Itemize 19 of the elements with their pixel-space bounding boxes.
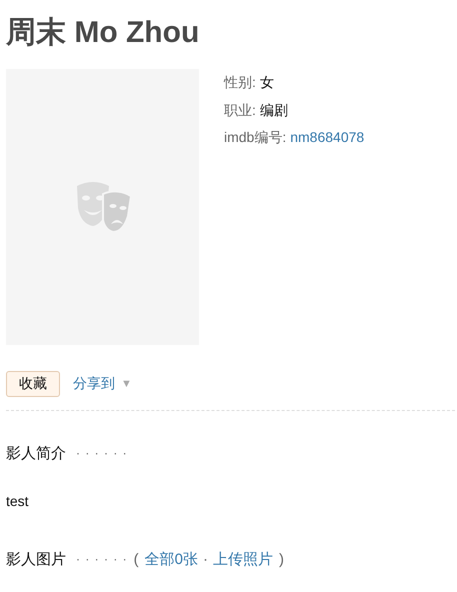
open-paren: ( xyxy=(134,550,139,568)
heading-dots: · · · · · · xyxy=(76,446,128,460)
intro-text: test xyxy=(6,492,29,511)
link-separator: · xyxy=(203,550,208,568)
info-value: 女 xyxy=(260,73,274,92)
info-label: 性别: xyxy=(224,73,256,92)
info-value: 编剧 xyxy=(260,100,288,120)
share-link[interactable]: 分享到 xyxy=(73,375,115,393)
heading-dots: · · · · · · xyxy=(76,552,128,566)
section-heading: 影人简介 xyxy=(6,444,66,462)
photo-link[interactable]: 上传照片 xyxy=(213,550,273,568)
collect-button[interactable]: 收藏 xyxy=(6,371,60,397)
info-label: 职业: xyxy=(224,100,256,120)
info-label: imdb编号: xyxy=(224,128,286,147)
close-paren: ) xyxy=(279,550,284,568)
section-heading: 影人图片 xyxy=(6,550,66,568)
imdb-link[interactable]: nm8684078 xyxy=(290,124,364,152)
photo-link[interactable]: 全部0张 xyxy=(144,550,198,568)
page-title: 周末 Mo Zhou xyxy=(6,15,200,51)
